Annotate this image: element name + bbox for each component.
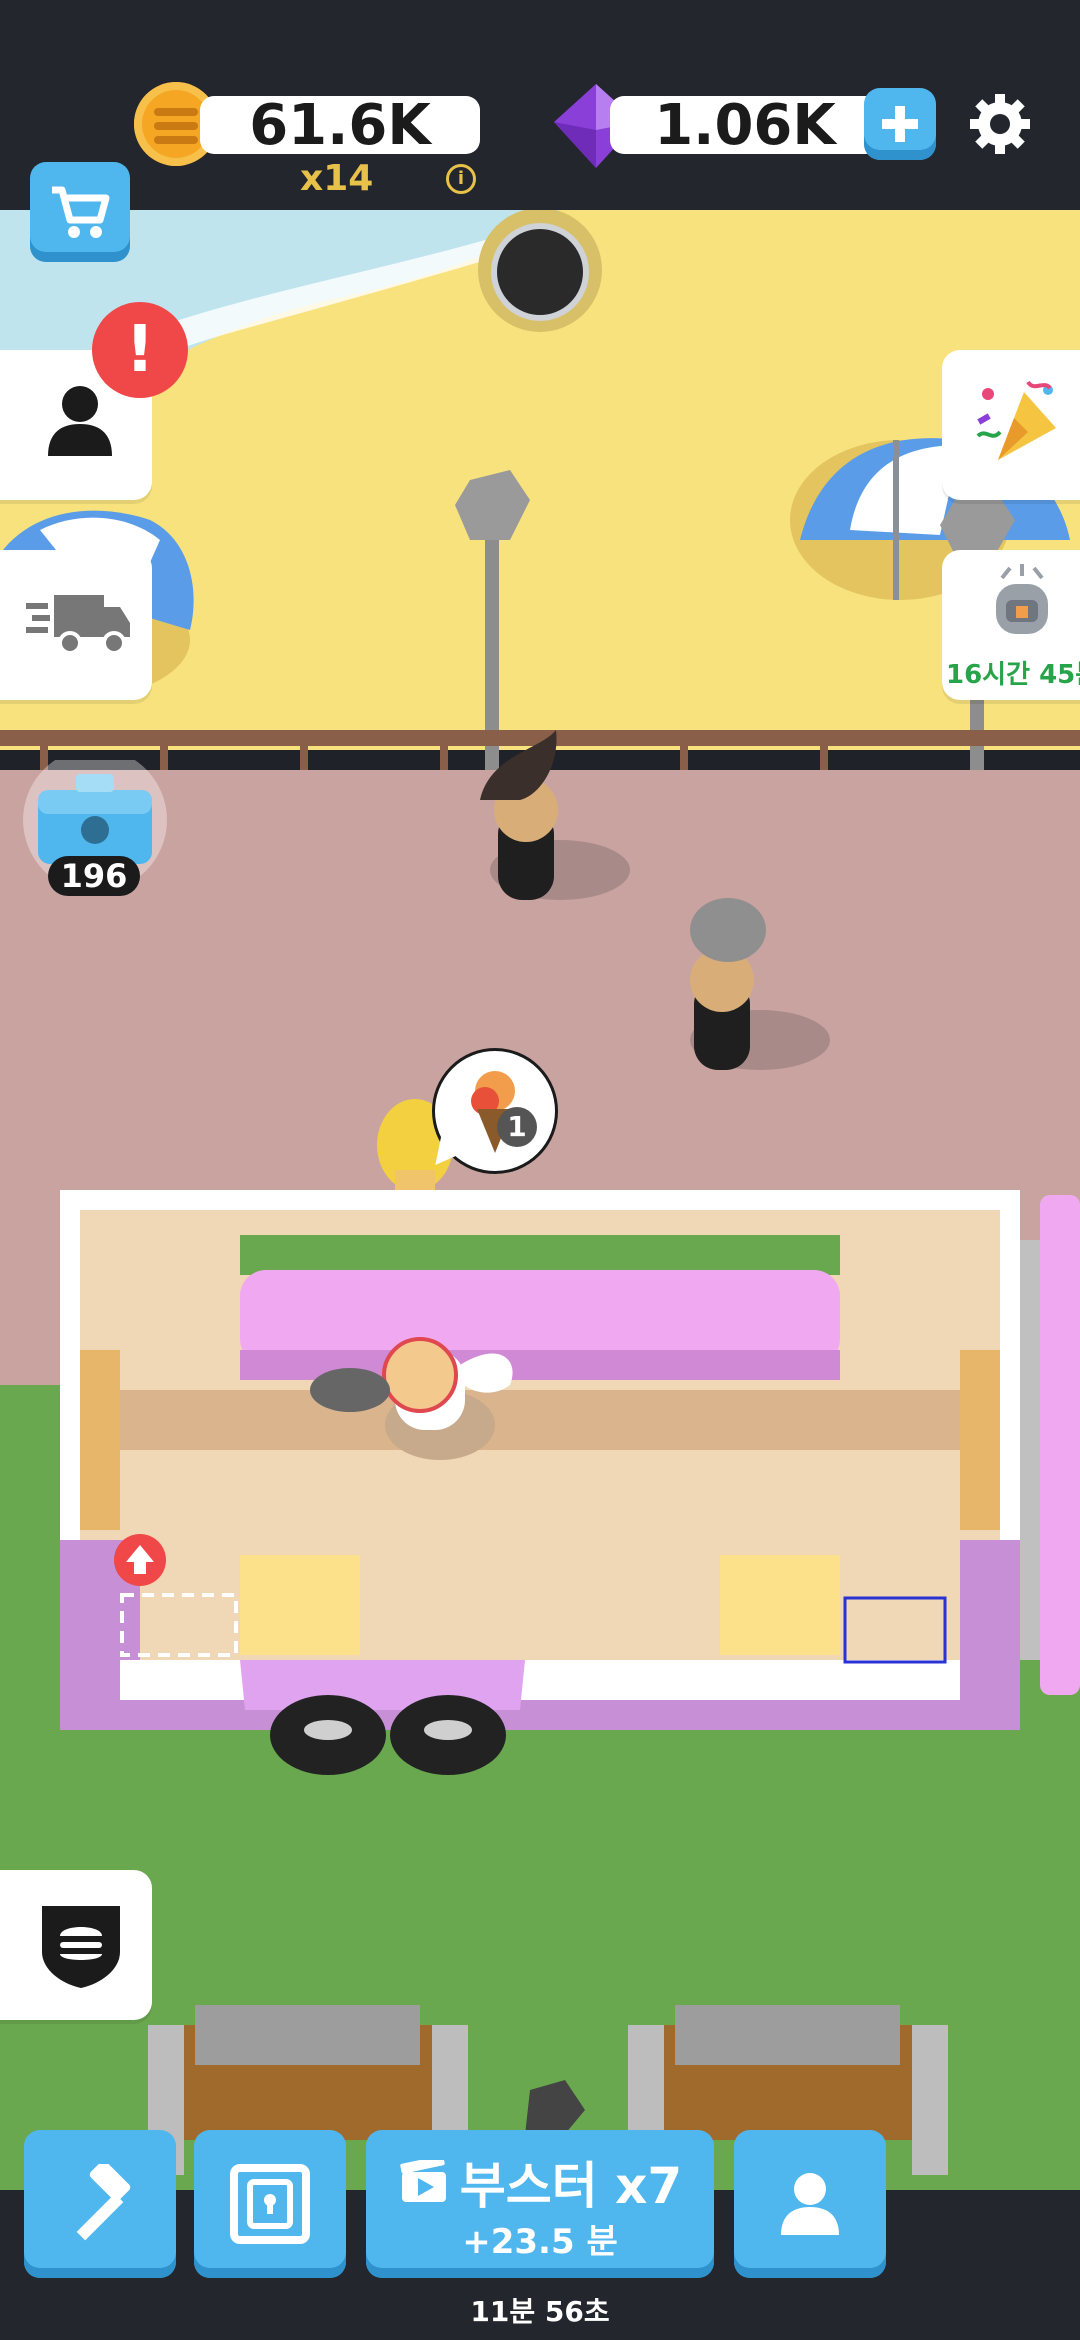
booster-timer: 11분 56초 bbox=[470, 2295, 610, 2328]
add-gems-button[interactable] bbox=[864, 88, 936, 160]
build-hammer-button[interactable] bbox=[24, 2130, 176, 2278]
hammer-icon bbox=[76, 2164, 131, 2241]
food-truck bbox=[60, 1190, 1080, 1775]
cart-icon bbox=[52, 186, 110, 238]
delivery-truck-icon bbox=[26, 595, 130, 655]
alert-badge: ! bbox=[92, 302, 188, 398]
burger-shield-icon bbox=[42, 1906, 120, 1988]
recipe-book-button[interactable] bbox=[0, 1870, 152, 2020]
plus-icon bbox=[882, 106, 918, 142]
chest-button[interactable]: 196 bbox=[22, 748, 168, 900]
vault-button[interactable] bbox=[194, 2130, 346, 2278]
gem-counter: 1.06K bbox=[610, 93, 880, 158]
hole bbox=[491, 223, 589, 321]
event-timer-button[interactable]: 16시간 45분 bbox=[942, 550, 1080, 700]
party-event-button[interactable] bbox=[942, 350, 1080, 500]
upgrade-arrow-icon bbox=[114, 1534, 166, 1586]
coin-counter: 61.6K bbox=[200, 93, 480, 158]
profile-person-icon bbox=[781, 2173, 839, 2235]
game-scene bbox=[0, 208, 1080, 2190]
delivery-truck-button[interactable] bbox=[0, 550, 152, 700]
party-popper-icon bbox=[976, 380, 1056, 460]
info-icon[interactable]: i bbox=[446, 164, 476, 194]
profile-button[interactable] bbox=[734, 2130, 886, 2278]
coin-multiplier: x14 bbox=[300, 158, 374, 199]
event-timer-label: 16시간 45분 bbox=[946, 660, 1080, 690]
settings-gear-icon[interactable] bbox=[968, 92, 1032, 156]
video-ad-icon bbox=[400, 2159, 446, 2202]
booster-button[interactable]: 부스터 x7 +23.5 분 bbox=[366, 2130, 714, 2278]
alert-badge-glyph: ! bbox=[125, 313, 155, 387]
safe-icon bbox=[230, 2164, 310, 2244]
person-icon bbox=[48, 386, 112, 456]
booster-sub: +23.5 분 bbox=[462, 2221, 618, 2262]
chest-count: 196 bbox=[48, 856, 140, 896]
order-count: 1 bbox=[497, 1107, 537, 1147]
ice-machine-icon bbox=[996, 564, 1048, 634]
shop-cart-button[interactable] bbox=[30, 162, 130, 262]
scene-art bbox=[0, 208, 1080, 2190]
booster-label: 부스터 x7 bbox=[459, 2156, 683, 2215]
info-icon-glyph: i bbox=[457, 168, 465, 189]
